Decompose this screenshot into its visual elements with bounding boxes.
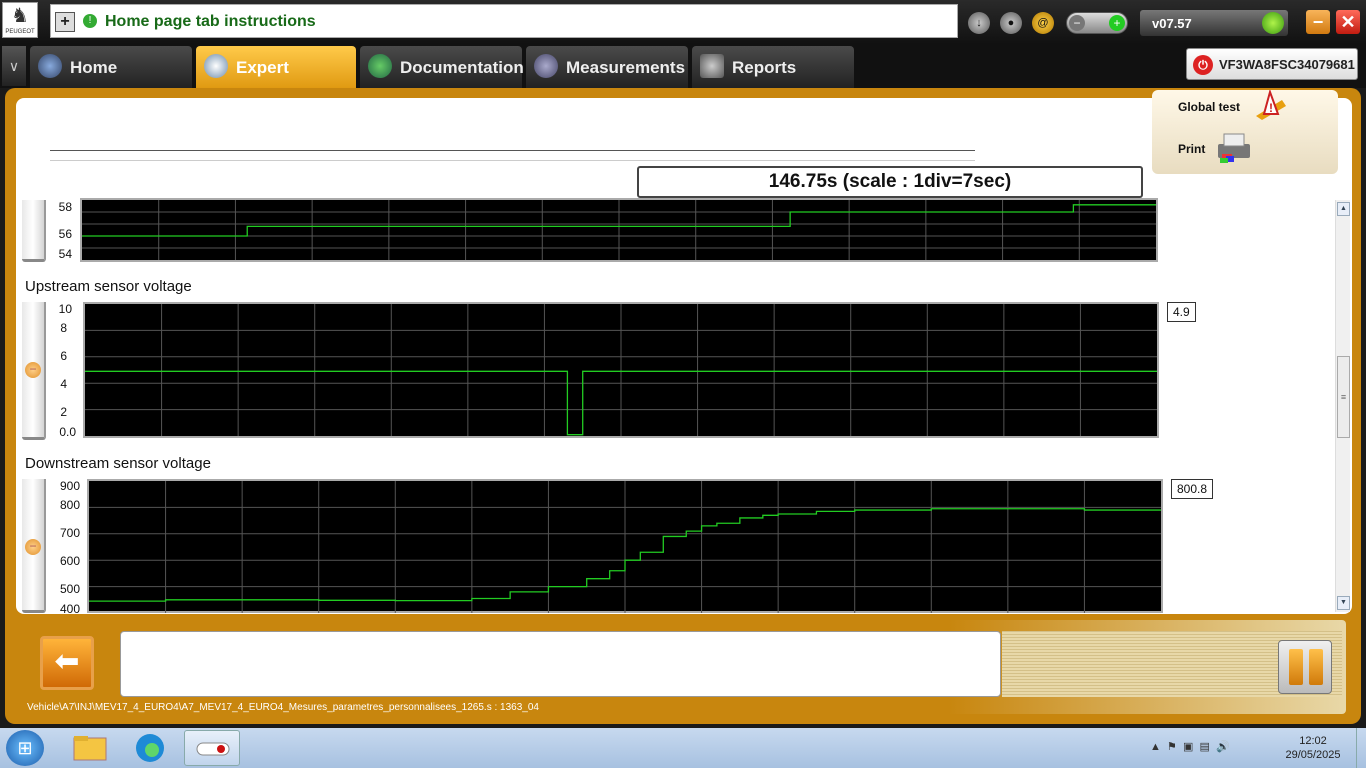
scroll-down-button[interactable]: ▼ xyxy=(1337,596,1350,610)
diagbox-taskbar-icon[interactable] xyxy=(184,730,240,766)
document-icon xyxy=(700,54,724,78)
start-button[interactable]: ⊞ xyxy=(6,730,44,766)
user-icon[interactable]: ● xyxy=(1000,12,1022,34)
vin-text: VF3WA8FSC34079681 xyxy=(1219,57,1355,72)
download-icon[interactable]: ↓ xyxy=(968,12,990,34)
slider-knob[interactable]: − xyxy=(25,362,41,378)
svg-text:!: ! xyxy=(1269,101,1273,115)
version-badge: v07.57 xyxy=(1140,10,1288,36)
clock[interactable]: 12:02 29/05/2025 xyxy=(1278,734,1348,762)
title-bar: ♞ PEUGEOT + ! Home page tab instructions … xyxy=(0,0,1366,44)
at-icon[interactable]: @ xyxy=(1032,12,1054,34)
lion-icon: ♞ xyxy=(11,5,29,27)
minus-icon[interactable]: − xyxy=(1069,15,1085,31)
tick-label: 10 xyxy=(58,302,72,316)
graph3-label: Downstream sensor voltage xyxy=(25,455,211,472)
clock-date: 29/05/2025 xyxy=(1285,749,1341,761)
chevron-down-icon[interactable]: ∨ xyxy=(2,46,26,86)
file-path: Vehicle\A7\INJ\MEV17_4_EURO4\A7_MEV17_4_… xyxy=(27,702,539,713)
graph1-plot xyxy=(80,198,1158,262)
back-button[interactable]: ⬅ xyxy=(40,636,94,690)
pause-icon xyxy=(1309,649,1323,685)
tab-documentation[interactable]: Documentation xyxy=(360,46,524,88)
global-test-button[interactable]: Global test xyxy=(1178,100,1240,114)
book-icon xyxy=(368,54,392,78)
divider xyxy=(50,160,975,161)
info-icon: ! xyxy=(83,14,97,28)
connection-icon xyxy=(1262,12,1284,34)
tab-expert[interactable]: Expert xyxy=(196,46,356,88)
tick-label: 700 xyxy=(59,526,80,540)
pause-button[interactable] xyxy=(1278,640,1332,694)
zoom-toggle[interactable]: − + xyxy=(1066,12,1128,34)
printer-icon[interactable] xyxy=(1214,132,1254,164)
show-desktop-button[interactable] xyxy=(1356,728,1366,768)
tick-label: 58 xyxy=(58,200,72,214)
tick-label: 500 xyxy=(59,582,80,596)
tick-label: 8 xyxy=(60,321,67,335)
edge-browser-icon[interactable] xyxy=(122,730,178,766)
plus-icon[interactable]: + xyxy=(1109,15,1125,31)
tab-home[interactable]: Home xyxy=(30,46,192,88)
graph3-svg xyxy=(89,481,1161,613)
taskbar: ⊞ ▲ ⚑ ▣ ▤ 🔊 12:02 29/05/2025 xyxy=(0,728,1366,768)
brand-logo: ♞ PEUGEOT xyxy=(2,2,38,38)
graph2-label: Upstream sensor voltage xyxy=(25,278,192,295)
side-panel: Global test ! Print xyxy=(1152,90,1338,174)
print-button[interactable]: Print xyxy=(1178,142,1205,156)
vin-display[interactable]: ⏻ VF3WA8FSC34079681 xyxy=(1186,48,1358,80)
message-box xyxy=(120,631,1001,697)
graph1-svg xyxy=(82,200,1156,260)
graph2-plot xyxy=(83,302,1159,438)
tick-label: 800 xyxy=(59,498,80,512)
close-button[interactable]: ✕ xyxy=(1336,10,1360,34)
graph3-slider[interactable]: − xyxy=(22,479,46,613)
tick-label: 4 xyxy=(60,377,67,391)
tick-label: 0.0 xyxy=(59,425,76,439)
nav-bar: ∨ Home Expert Documentation Measurements… xyxy=(0,44,1366,88)
version-text: v07.57 xyxy=(1152,16,1192,31)
slider-knob[interactable]: − xyxy=(25,539,41,555)
scroll-up-button[interactable]: ▲ xyxy=(1337,202,1350,216)
tick-label: 56 xyxy=(58,227,72,241)
title-box: + ! Home page tab instructions xyxy=(50,4,958,38)
tick-label: 54 xyxy=(58,247,72,261)
system-tray[interactable]: ▲ ⚑ ▣ ▤ 🔊 xyxy=(1150,740,1230,753)
expand-button[interactable]: + xyxy=(55,12,75,32)
power-icon: ⏻ xyxy=(1193,55,1213,75)
page-title: Home page tab instructions xyxy=(105,13,316,30)
pause-icon xyxy=(1289,649,1303,685)
file-explorer-icon[interactable] xyxy=(62,730,118,766)
scroll-thumb[interactable]: ≡ xyxy=(1337,356,1350,438)
tick-label: 2 xyxy=(60,405,67,419)
magnifier-icon xyxy=(204,54,228,78)
tick-label: 900 xyxy=(59,479,80,493)
vertical-scrollbar[interactable]: ▲ ≡ ▼ xyxy=(1335,200,1350,612)
tick-label: 600 xyxy=(59,554,80,568)
graph2-svg xyxy=(85,304,1157,436)
tick-label: 6 xyxy=(60,349,67,363)
warning-icon[interactable]: ! xyxy=(1252,90,1288,120)
tick-label: 400 xyxy=(59,602,80,616)
arrow-left-icon: ⬅ xyxy=(54,645,80,678)
graph3-plot xyxy=(87,479,1163,613)
tab-reports[interactable]: Reports xyxy=(692,46,854,88)
time-scale-display: 146.75s (scale : 1div=7sec) xyxy=(637,166,1143,198)
divider xyxy=(50,150,975,151)
minimize-button[interactable]: − xyxy=(1306,10,1330,34)
waveform-icon xyxy=(534,54,558,78)
app-window: { "title_bar": { "title": "Home page tab… xyxy=(0,0,1366,768)
globe-icon xyxy=(38,54,62,78)
clock-time: 12:02 xyxy=(1299,735,1327,747)
graph2-value: 4.9 xyxy=(1167,302,1196,322)
graph3-value: 800.8 xyxy=(1171,479,1214,499)
graph1-slider[interactable] xyxy=(22,200,46,262)
tab-measurements[interactable]: Measurements xyxy=(526,46,688,88)
